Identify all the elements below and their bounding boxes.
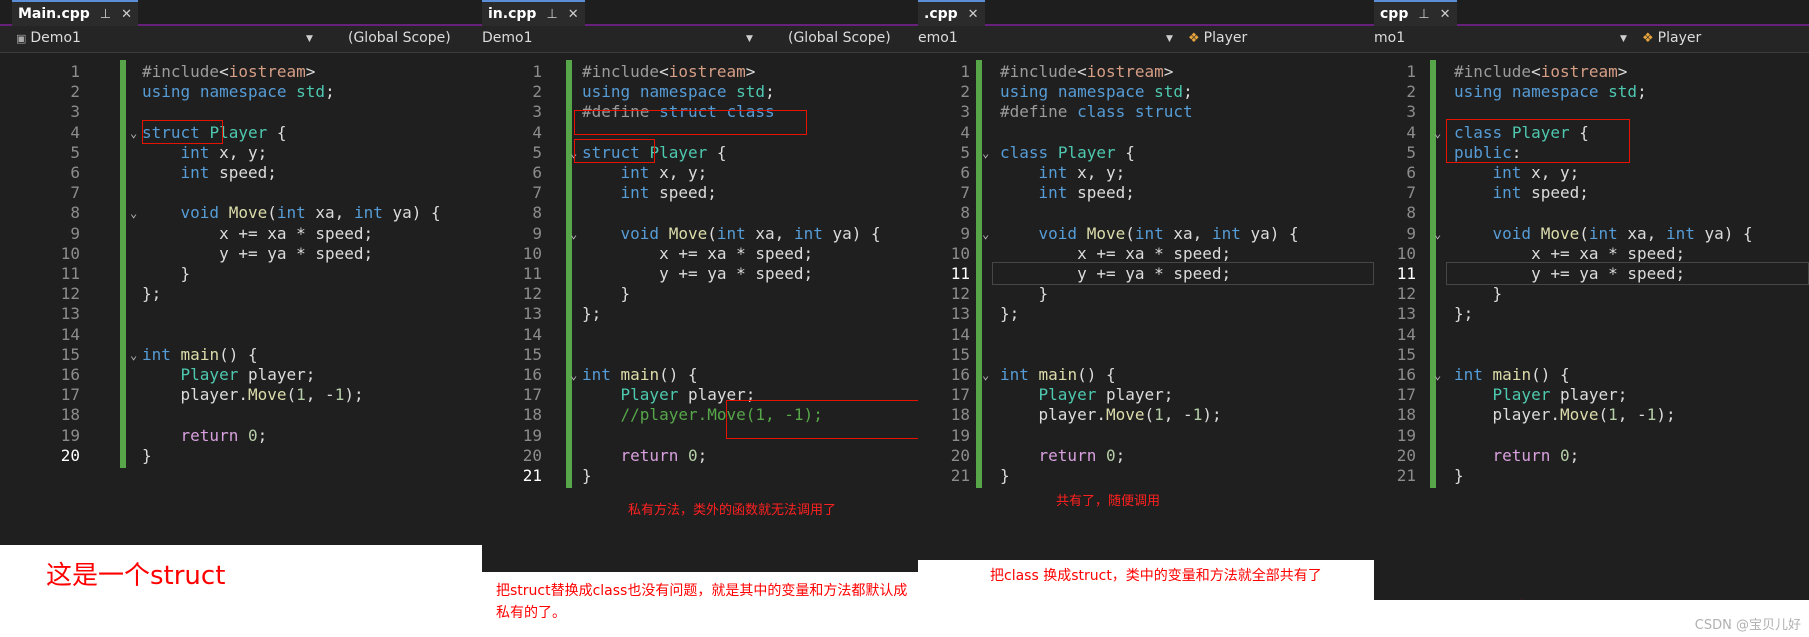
panel-define-struct-class: in.cpp ⊥ ✕ Demo1 ▼ (Global Scope) 1 #incl… xyxy=(482,0,918,637)
panel-define-class-struct: .cpp ✕ emo1 ▼ ❖ Player 1 #include<iostrea… xyxy=(918,0,1374,637)
code-editor: .cpp ✕ emo1 ▼ ❖ Player 1 #include<iostrea… xyxy=(918,0,1374,560)
scope-dropdown[interactable]: (Global Scope) xyxy=(788,30,891,46)
line-number: 21 xyxy=(950,466,970,485)
caption: 把struct替换成class也没有问题，就是其中的变量和方法都默认成私有的了。 xyxy=(496,583,908,621)
project-dropdown[interactable]: mo1 xyxy=(1374,30,1405,46)
scope-dropdown[interactable]: ❖ Player xyxy=(1642,30,1701,46)
tab-label: cpp xyxy=(1380,6,1409,22)
current-line-highlight xyxy=(992,262,1374,285)
code-text: } xyxy=(1000,466,1010,485)
scope-dropdown[interactable]: (Global Scope) xyxy=(348,30,451,46)
annotation-note: 共有了，随便调用 xyxy=(1056,494,1161,509)
highlight-box xyxy=(1446,118,1630,163)
project-name: emo1 xyxy=(918,30,958,46)
scope-name: (Global Scope) xyxy=(348,30,451,46)
annotation-note: 私有方法，类外的函数就无法调用了 xyxy=(628,503,837,518)
highlight-box xyxy=(726,400,918,439)
navigation-bar: Demo1 ▼ (Global Scope) xyxy=(482,26,918,53)
current-line-highlight xyxy=(1446,262,1809,285)
line-number: 21 xyxy=(1396,466,1416,485)
scope-name: Player xyxy=(1203,30,1248,46)
chevron-down-icon[interactable]: ▼ xyxy=(306,34,313,44)
close-icon[interactable]: ✕ xyxy=(968,7,979,22)
pin-icon[interactable]: ⊥ xyxy=(546,7,557,22)
project-icon: ▣ xyxy=(16,31,27,45)
code-text: } xyxy=(1454,466,1464,485)
navigation-bar: emo1 ▼ ❖ Player xyxy=(918,26,1374,53)
code-editor: cpp ⊥ ✕ mo1 ▼ ❖ Player 1 #include<iostrea… xyxy=(1374,0,1809,600)
highlight-box xyxy=(142,119,223,144)
highlight-box xyxy=(574,138,655,163)
pin-icon[interactable]: ⊥ xyxy=(1418,7,1429,22)
tab-label: in.cpp xyxy=(488,6,537,22)
pin-icon[interactable]: ⊥ xyxy=(100,7,111,22)
chevron-down-icon[interactable]: ▼ xyxy=(1620,34,1627,44)
scope-name: Player xyxy=(1657,30,1702,46)
class-icon: ❖ xyxy=(1642,30,1654,46)
class-icon: ❖ xyxy=(1188,30,1200,46)
navigation-bar: ▣ Demo1 ▼ (Global Scope) xyxy=(0,26,482,53)
tab-main-cpp[interactable]: Main.cpp ⊥ ✕ xyxy=(12,0,139,26)
chevron-down-icon[interactable]: ▼ xyxy=(746,34,753,44)
code-line[interactable]: 20} xyxy=(0,444,482,467)
tab-main-cpp[interactable]: in.cpp ⊥ ✕ xyxy=(482,0,585,26)
tab-bar: .cpp ✕ xyxy=(918,0,1374,26)
panel-struct: Main.cpp ⊥ ✕ ▣ Demo1 ▼ (Global Scope) 1 #… xyxy=(0,0,482,637)
project-dropdown[interactable]: emo1 xyxy=(918,30,958,46)
code-text: } xyxy=(582,466,592,485)
navigation-bar: mo1 ▼ ❖ Player xyxy=(1374,26,1809,53)
code-text: } xyxy=(142,445,152,465)
tab-bar: Main.cpp ⊥ ✕ xyxy=(0,0,482,26)
line-number: 20 xyxy=(60,445,80,465)
code-line[interactable]: 21} xyxy=(482,464,918,487)
project-dropdown[interactable]: Demo1 xyxy=(482,30,533,46)
caption: 把class 换成struct，类中的变量和方法就全部共有了 xyxy=(990,568,1322,584)
panel-class: cpp ⊥ ✕ mo1 ▼ ❖ Player 1 #include<iostrea… xyxy=(1374,0,1809,637)
tab-bar: in.cpp ⊥ ✕ xyxy=(482,0,918,26)
scope-name: (Global Scope) xyxy=(788,30,891,46)
code-editor: Main.cpp ⊥ ✕ ▣ Demo1 ▼ (Global Scope) 1 #… xyxy=(0,0,482,545)
tab-label: .cpp xyxy=(924,6,958,22)
chevron-down-icon[interactable]: ▼ xyxy=(1166,34,1173,44)
tab-main-cpp[interactable]: .cpp ✕ xyxy=(918,0,985,26)
caption: 这是一个struct xyxy=(46,561,226,591)
project-name: Demo1 xyxy=(30,30,81,46)
tab-bar: cpp ⊥ ✕ xyxy=(1374,0,1809,26)
close-icon[interactable]: ✕ xyxy=(1440,7,1451,22)
close-icon[interactable]: ✕ xyxy=(568,7,579,22)
watermark: CSDN @宝贝儿好 xyxy=(1694,618,1801,633)
code-line[interactable]: 21} xyxy=(918,464,1374,487)
project-name: mo1 xyxy=(1374,30,1406,46)
close-icon[interactable]: ✕ xyxy=(121,7,132,22)
scope-dropdown[interactable]: ❖ Player xyxy=(1188,30,1247,46)
tab-label: Main.cpp xyxy=(18,6,90,22)
caption: 这是一个class xyxy=(1508,592,1664,600)
line-number: 21 xyxy=(522,466,542,485)
tab-main-cpp[interactable]: cpp ⊥ ✕ xyxy=(1374,0,1457,26)
code-editor: in.cpp ⊥ ✕ Demo1 ▼ (Global Scope) 1 #incl… xyxy=(482,0,918,572)
project-name: Demo1 xyxy=(482,30,533,46)
code-line[interactable]: 21} xyxy=(1374,464,1809,487)
highlight-box xyxy=(574,110,807,135)
project-dropdown[interactable]: ▣ Demo1 xyxy=(16,30,81,46)
